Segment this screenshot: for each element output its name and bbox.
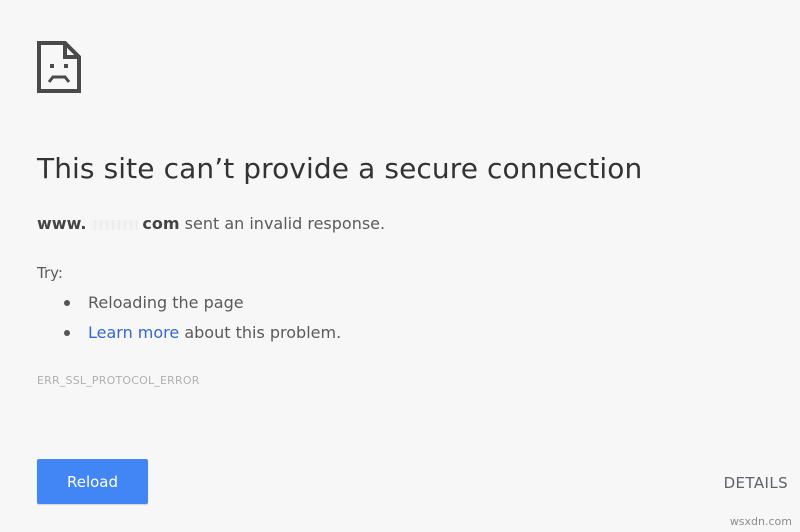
domain-suffix: com (142, 214, 180, 233)
domain-prefix: www. (37, 214, 87, 233)
reload-button[interactable]: Reload (37, 459, 148, 504)
page-title: This site can’t provide a secure connect… (37, 152, 643, 185)
list-item: Reloading the page (64, 292, 341, 322)
learn-more-link[interactable]: Learn more (88, 323, 179, 342)
error-page: This site can’t provide a secure connect… (0, 0, 800, 532)
suggestion-reload-text: Reloading the page (88, 293, 244, 312)
bullet-icon (64, 330, 70, 336)
message-text: sent an invalid response. (179, 214, 386, 233)
try-label: Try: (37, 264, 63, 282)
bullet-icon (64, 300, 70, 306)
sad-page-icon (37, 41, 81, 93)
error-message: www. com sent an invalid response. (37, 214, 385, 233)
error-code: ERR_SSL_PROTOCOL_ERROR (37, 374, 200, 387)
suggestion-list: Reloading the page Learn more about this… (64, 292, 341, 352)
list-item: Learn more about this problem. (64, 322, 341, 352)
details-button[interactable]: DETAILS (724, 470, 788, 496)
redacted-domain (90, 219, 139, 230)
watermark: wsxdn.com (729, 515, 792, 528)
suggestion-learn-more-text: about this problem. (179, 323, 342, 342)
